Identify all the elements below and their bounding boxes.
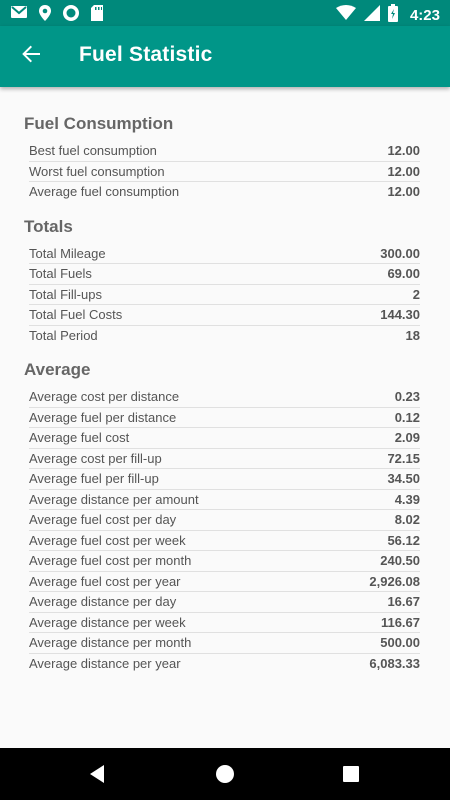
stat-row: Average distance per day 16.67: [29, 592, 420, 613]
stat-value: 2.09: [394, 430, 420, 446]
stat-row: Average fuel cost 2.09: [29, 428, 420, 449]
sync-icon: [62, 4, 80, 27]
status-bar: 4:23: [0, 0, 450, 26]
stat-label: Average fuel cost: [29, 430, 130, 446]
stat-value: 12.00: [387, 143, 420, 159]
stat-value: 6,083.33: [369, 655, 420, 671]
notification-icons: [10, 4, 104, 27]
stat-label: Average fuel consumption: [29, 184, 180, 200]
stat-row: Best fuel consumption 12.00: [29, 141, 420, 162]
sd-card-icon: [90, 4, 104, 27]
stat-label: Average distance per amount: [29, 491, 199, 507]
stat-value: 0.12: [394, 409, 420, 425]
stat-row: Average distance per amount 4.39: [29, 490, 420, 510]
stat-value: 72.15: [387, 450, 420, 466]
navigation-bar: [0, 748, 450, 800]
stat-label: Average distance per week: [29, 614, 186, 630]
stat-row: Average fuel cost per day 8.02: [29, 510, 420, 531]
stat-label: Average fuel cost per year: [29, 573, 181, 589]
statistics-content[interactable]: Fuel Consumption Best fuel consumption 12…: [24, 87, 420, 673]
stat-row: Average cost per distance 0.23: [29, 387, 420, 408]
stat-value: 8.02: [394, 512, 420, 528]
stat-value: 2,926.08: [369, 573, 420, 589]
circle-home-icon: [213, 765, 237, 790]
triangle-back-icon: [86, 765, 110, 790]
stat-value: 4.39: [394, 491, 420, 507]
stat-value: 300.00: [380, 245, 420, 261]
section-title: Average: [24, 360, 91, 379]
battery-icon: [387, 4, 398, 27]
stat-row: Total Fuel Costs 144.30: [29, 305, 420, 326]
stat-value: 12.00: [387, 163, 420, 179]
stat-label: Average distance per month: [29, 635, 192, 651]
stat-label: Total Period: [29, 327, 98, 343]
stat-value: 144.30: [380, 307, 420, 323]
back-button[interactable]: [14, 39, 48, 73]
stat-value: 56.12: [387, 532, 420, 548]
status-time: 4:23: [409, 7, 440, 24]
stat-label: Total Fuel Costs: [29, 307, 123, 323]
stat-value: 2: [412, 286, 420, 302]
stat-label: Total Mileage: [29, 245, 106, 261]
stat-label: Average fuel cost per month: [29, 553, 192, 569]
location-icon: [38, 4, 52, 27]
stat-row: Total Fuels 69.00: [29, 264, 420, 285]
stat-value: 116.67: [380, 614, 420, 630]
stat-label: Average fuel cost per week: [29, 532, 186, 548]
section-title: Totals: [24, 216, 73, 236]
stat-label: Average cost per distance: [29, 389, 180, 405]
stat-label: Average fuel cost per day: [29, 512, 177, 528]
stat-row: Average distance per week 116.67: [29, 613, 420, 633]
stat-row: Average fuel per distance 0.12: [29, 408, 420, 428]
section-fuel-consumption: Fuel Consumption Best fuel consumption 12…: [24, 114, 420, 202]
app-toolbar: Fuel Statistic: [0, 26, 450, 87]
gmail-icon: [10, 4, 28, 27]
stat-row: Total Fill-ups 2: [29, 285, 420, 305]
square-recents-icon: [339, 766, 363, 790]
arrow-back-icon: [21, 44, 41, 69]
stat-row: Average cost per fill-up 72.15: [29, 449, 420, 469]
stat-row: Average fuel cost per week 56.12: [29, 531, 420, 551]
stat-row: Worst fuel consumption 12.00: [29, 162, 420, 182]
stat-value: 500.00: [380, 635, 420, 651]
stat-value: 69.00: [387, 266, 420, 282]
section-title: Fuel Consumption: [24, 114, 174, 133]
signal-icon: [363, 5, 380, 26]
stat-label: Average distance per year: [29, 655, 181, 671]
stat-label: Average fuel per fill-up: [29, 471, 159, 487]
wifi-icon: [335, 5, 356, 26]
stat-row: Total Period 18: [29, 326, 420, 346]
stat-value: 16.67: [387, 594, 420, 610]
stat-row: Average fuel consumption 12.00: [29, 182, 420, 202]
stat-label: Worst fuel consumption: [29, 163, 165, 179]
page-title: Fuel Statistic: [79, 43, 213, 66]
stat-row: Total Mileage 300.00: [29, 244, 420, 264]
section-average: Average Average cost per distance 0.23 Av…: [24, 360, 420, 673]
stat-label: Total Fuels: [29, 266, 92, 282]
stat-row: Average fuel cost per month 240.50: [29, 551, 420, 572]
stat-label: Average fuel per distance: [29, 409, 177, 425]
stat-value: 12.00: [387, 184, 420, 200]
stat-row: Average distance per month 500.00: [29, 633, 420, 654]
stat-row: Average fuel per fill-up 34.50: [29, 469, 420, 490]
stat-row: Average fuel cost per year 2,926.08: [29, 572, 420, 592]
nav-back-button[interactable]: [86, 762, 110, 786]
stat-label: Average distance per day: [29, 594, 177, 610]
stat-label: Total Fill-ups: [29, 286, 102, 302]
nav-home-button[interactable]: [213, 762, 237, 786]
section-totals: Totals Total Mileage 300.00 Total Fuels 69…: [24, 217, 420, 346]
stat-label: Best fuel consumption: [29, 143, 157, 159]
stat-value: 34.50: [387, 471, 420, 487]
stat-row: Average distance per year 6,083.33: [29, 654, 420, 674]
stat-value: 18: [405, 327, 420, 343]
stat-value: 0.23: [394, 389, 420, 405]
stat-label: Average cost per fill-up: [29, 450, 162, 466]
system-icons: 4:23: [335, 4, 440, 27]
nav-recents-button[interactable]: [339, 762, 363, 786]
stat-value: 240.50: [380, 553, 420, 569]
